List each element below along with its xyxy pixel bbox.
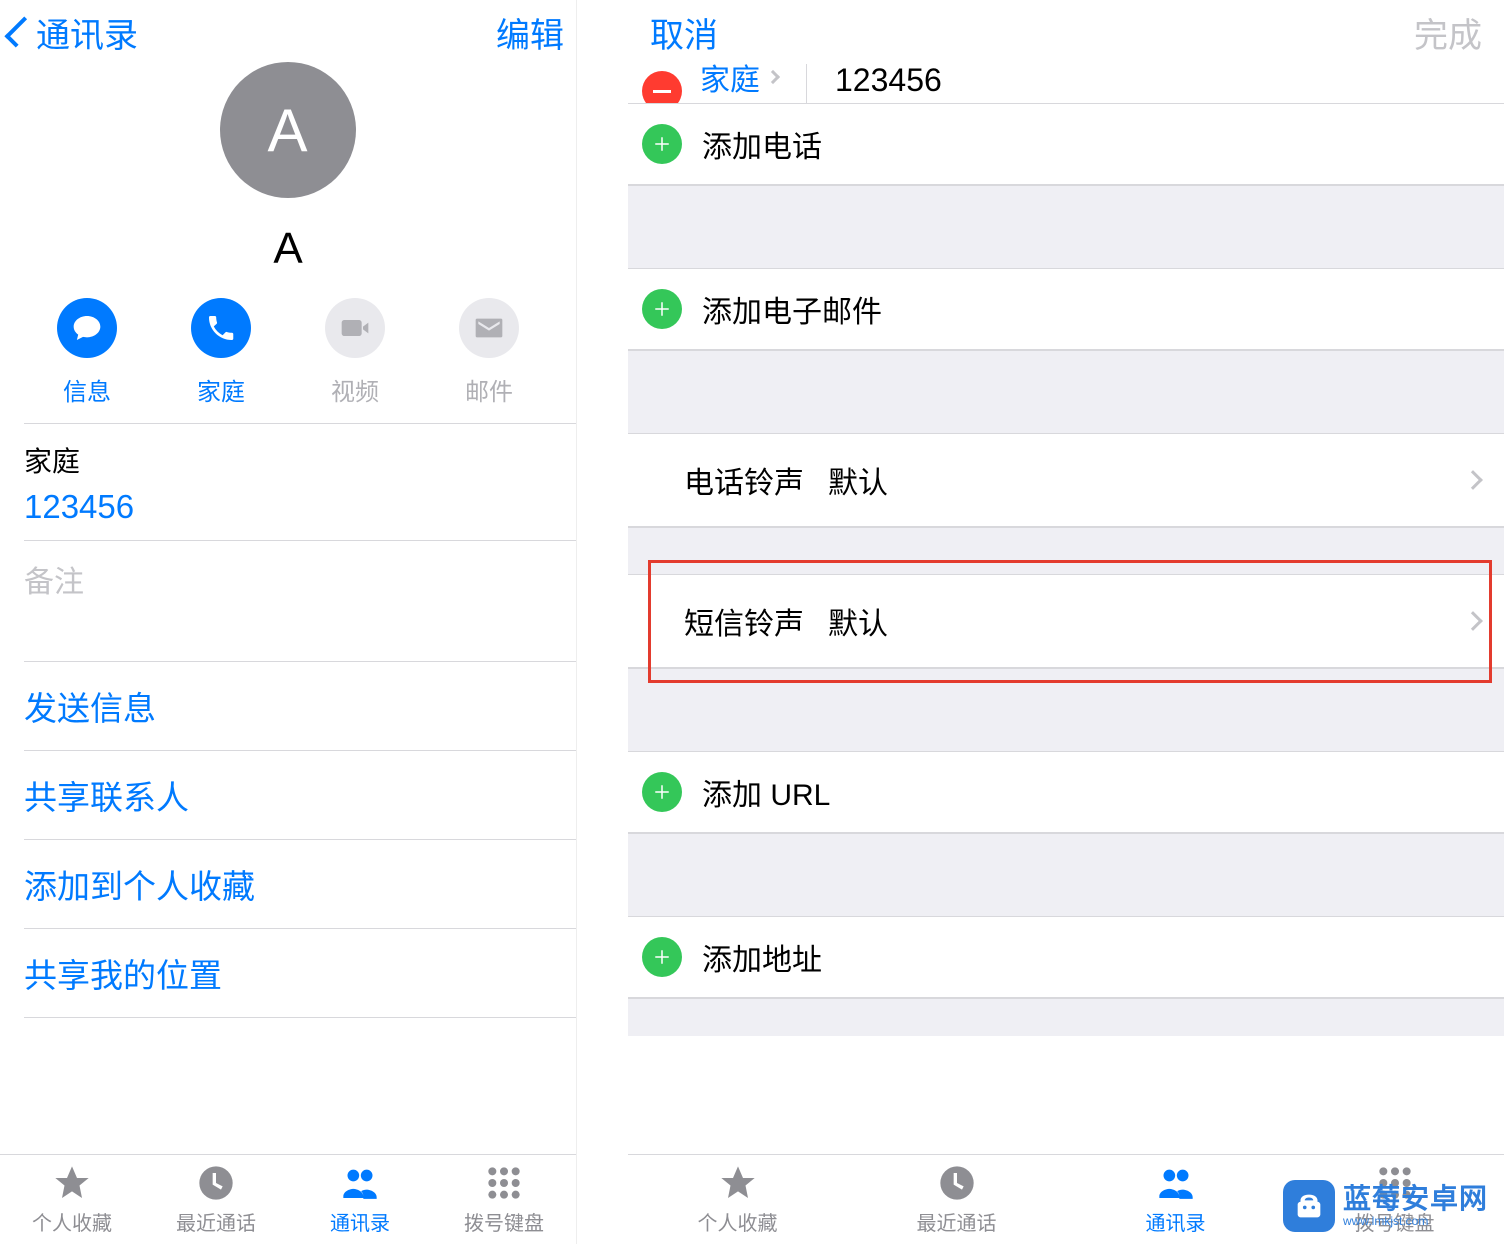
plus-icon <box>642 772 682 812</box>
chevron-right-icon <box>766 70 780 84</box>
tab-contacts[interactable]: 通讯录 <box>1066 1155 1285 1244</box>
done-button: 完成 <box>1414 8 1482 57</box>
tab-label: 通讯录 <box>1146 1207 1206 1236</box>
chevron-right-icon <box>1463 470 1483 490</box>
plus-icon <box>642 124 682 164</box>
tab-label: 个人收藏 <box>698 1207 778 1236</box>
contact-name: A <box>273 224 302 274</box>
tab-keypad[interactable]: 拨号键盘 <box>1285 1155 1504 1244</box>
add-email-label: 添加电子邮件 <box>702 287 882 331</box>
contact-detail-pane: 通讯录 编辑 A A 信息 家庭 视频 <box>0 0 577 1244</box>
avatar: A <box>220 62 356 198</box>
add-favorite-link[interactable]: 添加到个人收藏 <box>24 840 576 928</box>
ringtone-label: 电话铃声 <box>684 458 804 502</box>
tab-label: 个人收藏 <box>32 1207 112 1236</box>
contact-edit-pane: 取消 完成 家庭 123456 添加电话 添加电子邮件 电话铃声 默认 <box>628 0 1504 1244</box>
add-address-label: 添加地址 <box>702 935 822 979</box>
phone-type: 家庭 <box>700 64 760 99</box>
phone-item[interactable]: 家庭 123456 <box>24 424 576 540</box>
add-email-row[interactable]: 添加电子邮件 <box>628 269 1504 350</box>
tab-label: 拨号键盘 <box>1355 1207 1435 1236</box>
keypad-icon <box>1375 1163 1415 1203</box>
phone-value: 123456 <box>835 64 942 99</box>
action-mail: 邮件 <box>459 298 519 407</box>
texttone-value: 默认 <box>828 599 888 643</box>
tab-recents[interactable]: 最近通话 <box>144 1155 288 1244</box>
action-label: 邮件 <box>465 372 513 407</box>
existing-phone-row[interactable]: 家庭 123456 <box>628 64 1504 104</box>
action-label: 家庭 <box>197 372 245 407</box>
action-label: 信息 <box>63 372 111 407</box>
share-contact-link[interactable]: 共享联系人 <box>24 751 576 839</box>
avatar-area: A A <box>0 64 576 298</box>
add-phone-row[interactable]: 添加电话 <box>628 104 1504 185</box>
add-url-row[interactable]: 添加 URL <box>628 752 1504 833</box>
phone-icon <box>191 298 251 358</box>
nav-bar: 通讯录 编辑 <box>0 0 576 64</box>
mail-icon <box>459 298 519 358</box>
tab-label: 通讯录 <box>330 1207 390 1236</box>
tab-label: 最近通话 <box>176 1207 256 1236</box>
star-icon <box>718 1163 758 1203</box>
add-address-row[interactable]: 添加地址 <box>628 917 1504 998</box>
action-message[interactable]: 信息 <box>57 298 117 407</box>
chevron-left-icon <box>4 16 35 47</box>
send-message-link[interactable]: 发送信息 <box>24 662 576 750</box>
share-location-link[interactable]: 共享我的位置 <box>24 929 576 1017</box>
keypad-icon <box>484 1163 524 1203</box>
tab-label: 最近通话 <box>917 1207 997 1236</box>
action-call[interactable]: 家庭 <box>191 298 251 407</box>
clock-icon <box>196 1163 236 1203</box>
tab-keypad[interactable]: 拨号键盘 <box>432 1155 576 1244</box>
cancel-button[interactable]: 取消 <box>650 8 718 57</box>
back-button[interactable]: 通讯录 <box>12 8 138 57</box>
action-row: 信息 家庭 视频 邮件 <box>0 298 576 407</box>
action-label: 视频 <box>331 372 379 407</box>
plus-icon <box>642 937 682 977</box>
tab-contacts[interactable]: 通讯录 <box>288 1155 432 1244</box>
tab-label: 拨号键盘 <box>464 1207 544 1236</box>
minus-icon[interactable] <box>642 71 682 104</box>
video-icon <box>325 298 385 358</box>
contacts-icon <box>340 1163 380 1203</box>
contacts-icon <box>1156 1163 1196 1203</box>
edit-button[interactable]: 编辑 <box>496 8 564 57</box>
action-video: 视频 <box>325 298 385 407</box>
texttone-row[interactable]: 短信铃声 默认 <box>628 575 1504 668</box>
plus-icon <box>642 289 682 329</box>
texttone-label: 短信铃声 <box>684 599 804 643</box>
notes-field[interactable]: 备注 <box>24 541 576 661</box>
edit-nav-bar: 取消 完成 <box>628 0 1504 64</box>
phone-label: 家庭 <box>24 440 576 480</box>
tab-favorites[interactable]: 个人收藏 <box>628 1155 847 1244</box>
add-phone-label: 添加电话 <box>702 122 822 166</box>
message-icon <box>57 298 117 358</box>
tab-bar: 个人收藏 最近通话 通讯录 拨号键盘 <box>0 1154 576 1244</box>
edit-body: 家庭 123456 添加电话 添加电子邮件 电话铃声 默认 短信铃声 默认 <box>628 64 1504 1036</box>
add-url-label: 添加 URL <box>702 770 830 814</box>
clock-icon <box>937 1163 977 1203</box>
detail-list: 家庭 123456 备注 发送信息 共享联系人 添加到个人收藏 共享我的位置 <box>0 423 576 1018</box>
star-icon <box>52 1163 92 1203</box>
tab-favorites[interactable]: 个人收藏 <box>0 1155 144 1244</box>
ringtone-value: 默认 <box>828 458 888 502</box>
back-label: 通讯录 <box>36 8 138 57</box>
chevron-right-icon <box>1463 611 1483 631</box>
tab-bar: 个人收藏 最近通话 通讯录 拨号键盘 <box>628 1154 1504 1244</box>
tab-recents[interactable]: 最近通话 <box>847 1155 1066 1244</box>
phone-number: 123456 <box>24 488 576 526</box>
ringtone-row[interactable]: 电话铃声 默认 <box>628 434 1504 527</box>
